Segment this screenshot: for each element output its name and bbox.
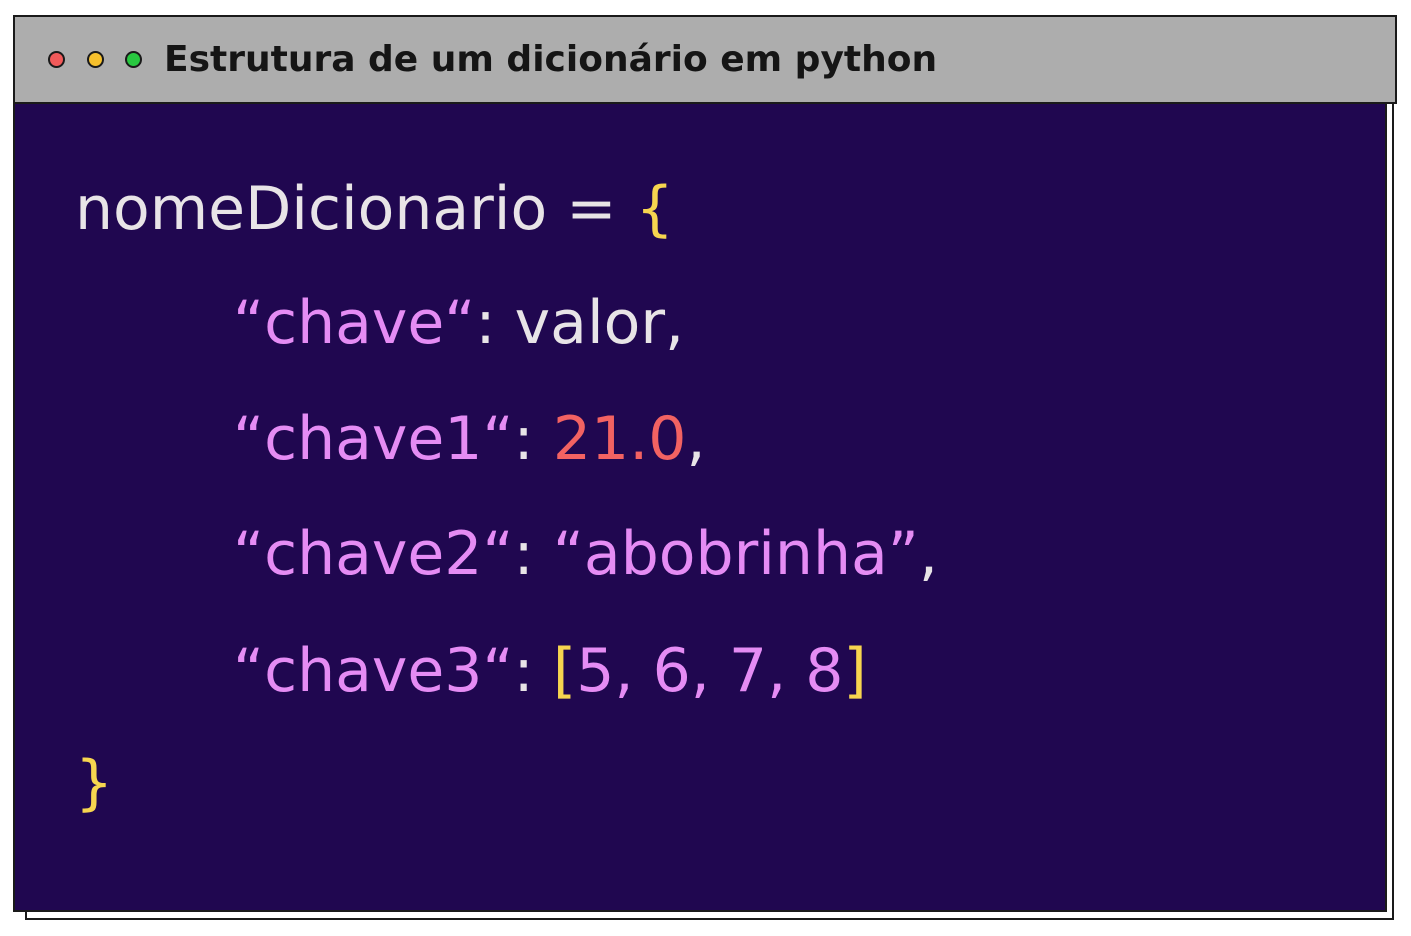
dict-key: “chave“ bbox=[233, 288, 476, 358]
key-colon: : bbox=[513, 519, 553, 589]
key-colon: : bbox=[475, 288, 515, 358]
dict-value-number: 21.0 bbox=[552, 404, 687, 474]
assignment-operator: = bbox=[547, 174, 636, 244]
code-line-5: “chave3“: [5, 6, 7, 8] bbox=[233, 631, 867, 711]
dict-key: “chave3“ bbox=[233, 636, 514, 706]
variable-name: nomeDicionario bbox=[75, 174, 548, 244]
dict-value: valor bbox=[514, 288, 665, 358]
code-line-3: “chave1“: 21.0, bbox=[233, 399, 706, 479]
key-colon: : bbox=[513, 636, 553, 706]
close-bracket: ] bbox=[843, 636, 867, 706]
dict-value-string: “abobrinha” bbox=[552, 519, 919, 589]
open-bracket: [ bbox=[552, 636, 577, 706]
open-brace: { bbox=[635, 174, 674, 244]
comma: , bbox=[918, 519, 938, 589]
list-values: 5, 6, 7, 8 bbox=[576, 636, 844, 706]
code-window: Estrutura de um dicionário em python nom… bbox=[13, 15, 1397, 912]
code-line-2: “chave“: valor, bbox=[233, 283, 684, 363]
dict-key: “chave2“ bbox=[233, 519, 514, 589]
code-editor: nomeDicionario = { “chave“: valor, “chav… bbox=[15, 17, 1385, 910]
code-line-4: “chave2“: “abobrinha”, bbox=[233, 514, 938, 594]
comma: , bbox=[665, 288, 685, 358]
dict-key: “chave1“ bbox=[233, 404, 514, 474]
key-colon: : bbox=[513, 404, 553, 474]
comma: , bbox=[686, 404, 706, 474]
code-line-6: } bbox=[75, 743, 113, 823]
code-line-1: nomeDicionario = { bbox=[75, 169, 674, 249]
close-brace: } bbox=[75, 748, 114, 818]
